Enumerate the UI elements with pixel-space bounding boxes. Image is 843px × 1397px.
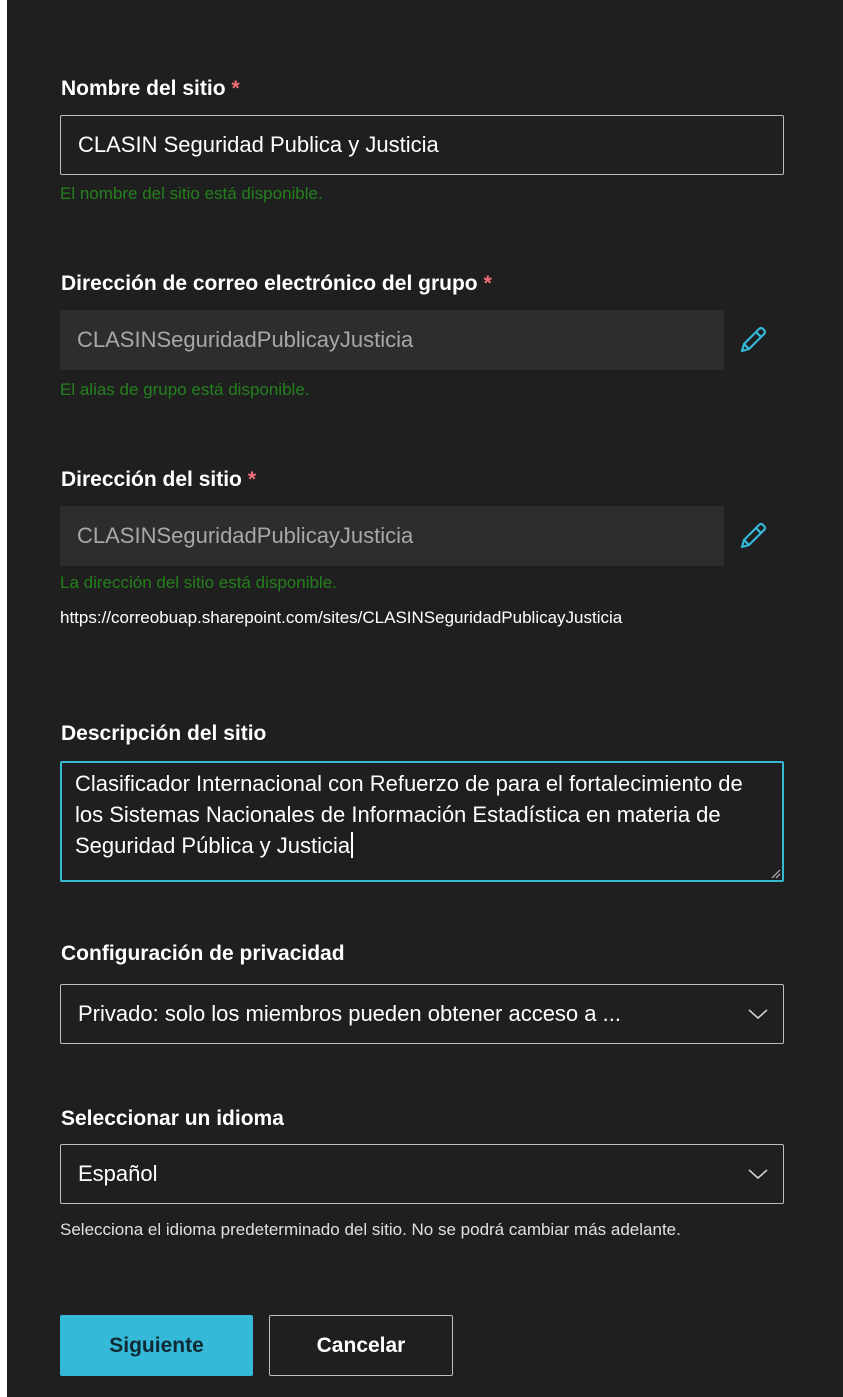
group-email-input: CLASINSeguridadPublicayJusticia <box>60 310 724 370</box>
privacy-selected-value: Privado: solo los miembros pueden obtene… <box>78 1001 621 1026</box>
chevron-down-icon <box>748 1169 768 1180</box>
site-name-status: El nombre del sitio está disponible. <box>60 184 323 203</box>
site-description-label: Descripción del sitio <box>61 722 266 746</box>
site-address-status: La dirección del sitio está disponible. <box>60 573 337 592</box>
next-button[interactable]: Siguiente <box>60 1315 253 1376</box>
group-email-label-text: Dirección de correo electrónico del grup… <box>61 272 478 295</box>
cancel-button[interactable]: Cancelar <box>269 1315 453 1376</box>
required-asterisk: * <box>231 77 240 100</box>
pencil-icon[interactable] <box>736 323 770 357</box>
chevron-down-icon <box>748 1009 768 1020</box>
group-email-status: El alias de grupo está disponible. <box>60 380 310 399</box>
pencil-icon[interactable] <box>736 519 770 553</box>
site-address-label: Dirección del sitio * <box>61 468 256 492</box>
text-caret <box>351 832 354 858</box>
language-selected-value: Español <box>78 1161 158 1186</box>
privacy-label-text: Configuración de privacidad <box>61 942 345 965</box>
site-address-input: CLASINSeguridadPublicayJusticia <box>60 506 724 566</box>
site-description-textarea[interactable]: Clasificador Internacional con Refuerzo … <box>60 761 784 882</box>
privacy-label: Configuración de privacidad <box>61 942 345 966</box>
required-asterisk: * <box>247 468 257 491</box>
site-description-label-text: Descripción del sitio <box>61 722 267 745</box>
site-name-label-text: Nombre del sitio <box>61 77 226 100</box>
language-help-text: Selecciona el idioma predeterminado del … <box>60 1220 681 1239</box>
privacy-dropdown[interactable]: Privado: solo los miembros pueden obtene… <box>60 984 784 1044</box>
site-name-value: CLASIN Seguridad Publica y Justicia <box>78 132 439 157</box>
group-email-label: Dirección de correo electrónico del grup… <box>61 272 492 296</box>
required-asterisk: * <box>483 272 492 295</box>
resize-grip-icon[interactable] <box>769 867 781 879</box>
site-description-value: Clasificador Internacional con Refuerzo … <box>75 771 743 858</box>
create-site-panel: Nombre del sitio * CLASIN Seguridad Publi… <box>7 0 843 1397</box>
language-dropdown[interactable]: Español <box>60 1144 784 1204</box>
site-address-label-text: Dirección del sitio <box>61 468 242 491</box>
language-label: Seleccionar un idioma <box>61 1107 284 1131</box>
site-url: https://correobuap.sharepoint.com/sites/… <box>60 608 623 627</box>
site-name-label: Nombre del sitio * <box>61 77 240 101</box>
site-name-input[interactable]: CLASIN Seguridad Publica y Justicia <box>60 115 784 175</box>
language-label-text: Seleccionar un idioma <box>61 1107 284 1130</box>
